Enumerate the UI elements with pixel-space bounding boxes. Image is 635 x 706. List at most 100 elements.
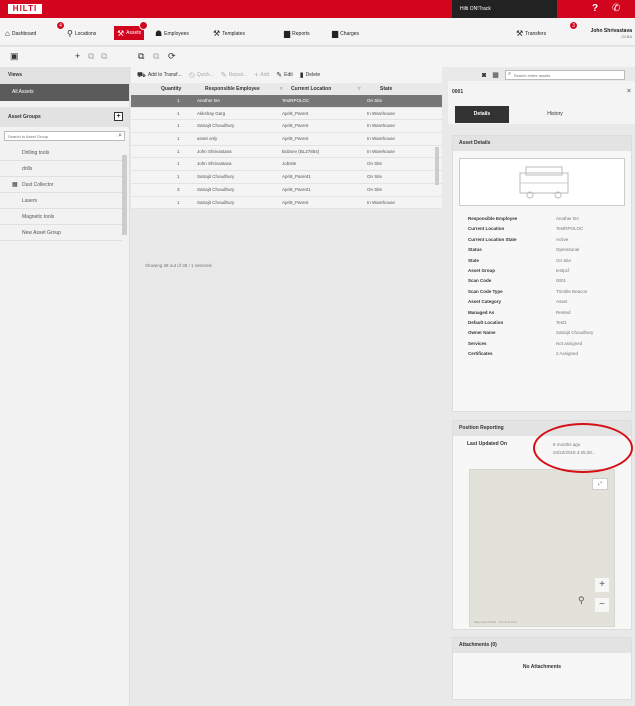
cell-employee: Akkshay Garg bbox=[197, 110, 226, 116]
table-row[interactable]: 1 Akkshay Garg Apri8_Parent In Warehouse bbox=[131, 107, 442, 121]
prop-label: Managed As bbox=[468, 309, 495, 315]
table-scrollbar[interactable] bbox=[435, 147, 439, 185]
col-responsible-employee[interactable]: Responsible Employee bbox=[205, 86, 260, 92]
prop-row: Default Location Test1 bbox=[453, 320, 631, 330]
table-row[interactable]: 3 Satrajit Choudhury Apri8_Parent1 On Si… bbox=[131, 183, 442, 197]
delete-button[interactable]: ▮ Delete bbox=[300, 71, 320, 79]
nav-employees-label: Employees bbox=[164, 30, 189, 37]
cell-employee: Satrajit Choudhury bbox=[197, 174, 235, 180]
add-group-button[interactable]: + bbox=[114, 112, 123, 121]
nav-employees[interactable]: ☗ Employees bbox=[155, 27, 189, 40]
group-icon[interactable]: ⧉ bbox=[138, 51, 144, 62]
tab-history[interactable]: History bbox=[528, 106, 582, 123]
view-all-assets[interactable]: All Assets bbox=[0, 84, 129, 101]
group-item-new-asset-group[interactable]: New Asset Group bbox=[0, 225, 122, 241]
prop-label: Current Location bbox=[468, 226, 505, 232]
filter-icon[interactable]: ▿ bbox=[280, 86, 283, 92]
filter-icon[interactable]: ▿ bbox=[358, 86, 361, 92]
prop-label: Current Location State bbox=[468, 236, 517, 242]
refresh-icon[interactable]: ⟳ bbox=[168, 51, 176, 62]
edit-button[interactable]: ✎ Edit bbox=[276, 71, 293, 79]
copy-icon[interactable]: ⧉ bbox=[88, 51, 94, 62]
quick-button[interactable]: ◷ Quick... bbox=[189, 71, 214, 79]
table-row[interactable]: 1 Satrajit Choudhury Apri8_Parent1 On Si… bbox=[131, 171, 442, 184]
tools-icon: ⚒ bbox=[213, 29, 221, 38]
cell-quantity: 1 bbox=[177, 161, 180, 167]
group-item-lasers[interactable]: Lasers bbox=[0, 193, 122, 209]
group-search-input[interactable] bbox=[5, 132, 124, 140]
cell-state: In Warehouse bbox=[367, 199, 395, 205]
no-attachments-text: No Attachments bbox=[522, 664, 562, 670]
prop-value: TestRPOLOC bbox=[556, 226, 584, 232]
group-item-drilling-tools[interactable]: Drilling tools bbox=[0, 145, 122, 161]
table-row[interactable]: 1 John Shrivastava Bobsev (BL27854) In W… bbox=[131, 145, 442, 159]
search-icon: ⌕ bbox=[507, 71, 512, 77]
table-row[interactable]: 1 John Shrivastava Jobsite On Site bbox=[131, 158, 442, 172]
map-pin-icon[interactable]: ⚲ bbox=[578, 595, 585, 606]
nav-charges-label: Charges bbox=[340, 30, 360, 37]
prop-label: Scan Code Type bbox=[468, 288, 503, 294]
table-row[interactable]: 1 asset only Apri8_Parent In Warehouse bbox=[131, 133, 442, 146]
cell-location: Apri8_Parent bbox=[282, 136, 309, 142]
table-row[interactable]: 1 Satrajit Choudhury Apri8_Parent In War… bbox=[131, 120, 442, 134]
cell-employee: John Shrivastava bbox=[197, 161, 232, 167]
table-row[interactable]: 1 Satrajit Choudhury Apri8_Parent In War… bbox=[131, 196, 442, 210]
table-row[interactable]: 1 Another BA TestRPOLOC On Site bbox=[131, 95, 442, 108]
cell-state: In Warehouse bbox=[367, 148, 395, 154]
location-map[interactable]: ⤢ + − ⚲ Map data ©2018 · Terms of Use bbox=[469, 469, 615, 627]
assets-action-bar: ⛟ Add to Transf... ◷ Quick... ✎ Repair..… bbox=[131, 67, 442, 83]
cell-state: On Site bbox=[367, 174, 383, 180]
sidebar-scrollbar[interactable] bbox=[122, 155, 127, 235]
nav-charges[interactable]: ▆ Charges bbox=[332, 27, 359, 40]
cell-location: Jobsite bbox=[282, 161, 297, 167]
table-footer: Showing 38 out of 38 / 1 selected bbox=[145, 263, 212, 268]
zoom-out-button[interactable]: − bbox=[595, 598, 609, 612]
camera-icon[interactable]: ◙ bbox=[482, 72, 486, 79]
cell-quantity: 1 bbox=[177, 199, 180, 205]
asset-search-input[interactable] bbox=[513, 71, 624, 79]
cell-state: On Site bbox=[367, 186, 383, 192]
zoom-in-button[interactable]: + bbox=[595, 578, 609, 592]
cell-quantity: 1 bbox=[177, 123, 180, 129]
grid-view-icon[interactable]: ▦ bbox=[492, 71, 499, 79]
col-quantity[interactable]: Quantity bbox=[161, 86, 181, 92]
repair-button[interactable]: ✎ Repair... bbox=[221, 71, 248, 79]
add-to-transfer-button[interactable]: ⛟ Add to Transf... bbox=[137, 71, 182, 80]
prop-value: On Site bbox=[556, 257, 572, 263]
folder-icon[interactable]: ▦ bbox=[12, 177, 18, 193]
highlight-ellipse bbox=[533, 423, 633, 473]
col-current-location[interactable]: Current Location bbox=[291, 86, 331, 92]
prop-label: Asset Group bbox=[468, 267, 496, 273]
prop-value: 0001 bbox=[556, 278, 567, 284]
nav-locations[interactable]: ⚲ Locations bbox=[67, 27, 96, 40]
nav-dashboard[interactable]: ⌂ Dashboard bbox=[5, 27, 36, 40]
col-state[interactable]: State bbox=[380, 86, 392, 92]
prop-row: Current Location State Active bbox=[453, 237, 631, 247]
group-item-drills[interactable]: drills bbox=[0, 161, 122, 177]
phone-icon[interactable]: ✆ bbox=[612, 3, 620, 14]
ungroup-icon[interactable]: ⧉ bbox=[153, 51, 159, 62]
close-icon[interactable]: × bbox=[627, 88, 631, 95]
user-menu[interactable]: John Shrivastava OLBA bbox=[580, 28, 632, 39]
prop-label: Responsible Employee bbox=[468, 216, 518, 221]
move-icon[interactable]: ⧉ bbox=[101, 51, 107, 62]
cell-location: Apri8_Parent bbox=[282, 110, 309, 116]
nav-reports[interactable]: ▆ Reports bbox=[284, 27, 310, 40]
group-label: Lasers bbox=[22, 198, 38, 204]
tab-details[interactable]: Details bbox=[455, 106, 509, 123]
add-button[interactable]: + Add bbox=[254, 72, 269, 79]
group-item-magnetic-tools[interactable]: Magnetic tools bbox=[0, 209, 122, 225]
asset-details-card: Asset Details Responsible Employee Anothe… bbox=[452, 135, 632, 412]
help-button[interactable]: ? bbox=[592, 3, 598, 14]
toggle-panel-icon[interactable]: ▣ bbox=[10, 51, 19, 62]
cell-quantity: 1 bbox=[177, 110, 180, 116]
search-icon[interactable]: ⌕ bbox=[118, 132, 122, 140]
asset-groups-title: Asset Groups bbox=[8, 114, 41, 120]
nav-transfers[interactable]: ⚒ Transfers bbox=[516, 27, 546, 40]
nav-templates[interactable]: ⚒ Templates bbox=[213, 27, 245, 40]
group-item-dust-collector[interactable]: ▦ Dust Collector bbox=[0, 177, 122, 193]
fullscreen-button[interactable]: ⤢ bbox=[592, 478, 608, 490]
detail-asset-id: 0001 bbox=[452, 89, 464, 95]
add-icon[interactable]: + bbox=[75, 51, 80, 61]
cell-quantity: 1 bbox=[177, 136, 180, 142]
